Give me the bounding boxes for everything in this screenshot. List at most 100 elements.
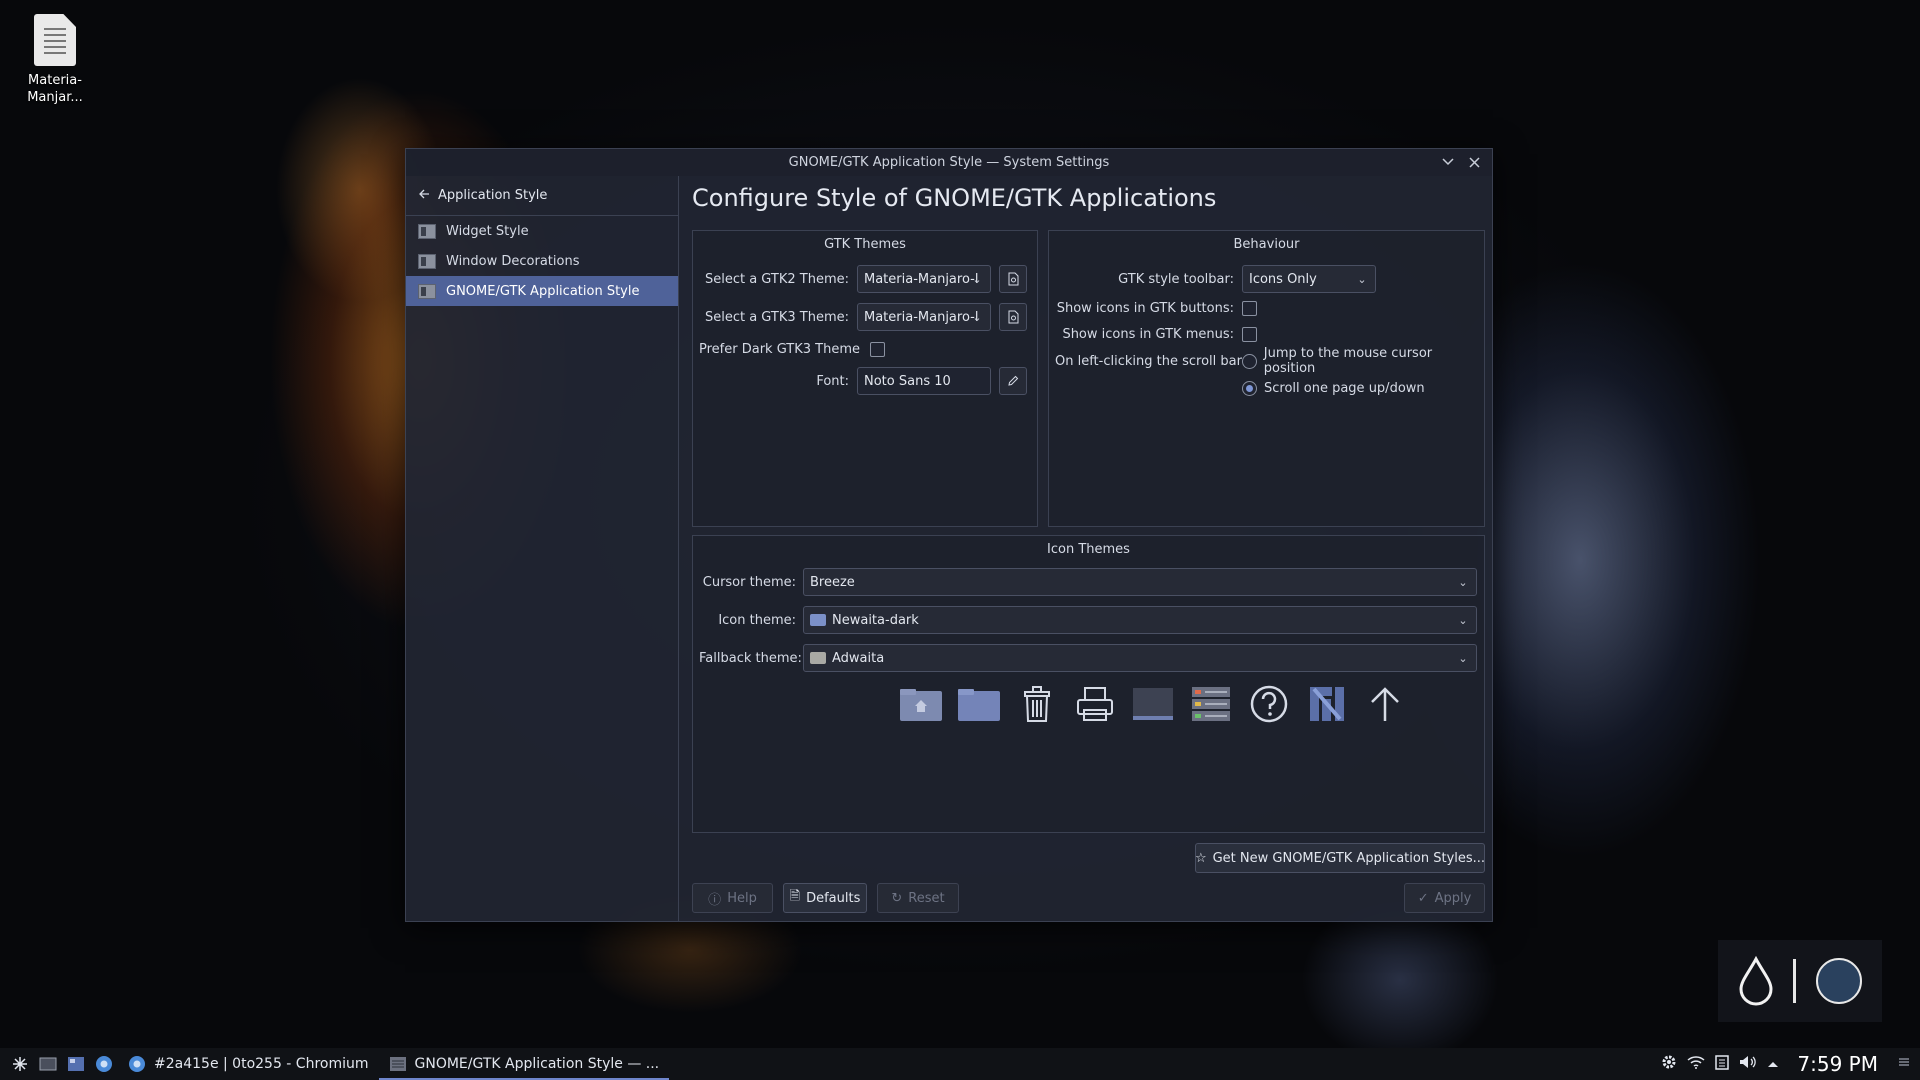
server-icon bbox=[1189, 684, 1233, 724]
desktop-file-label-2: Manjar... bbox=[27, 90, 83, 105]
sidebar-item-label: Widget Style bbox=[446, 223, 529, 239]
chromium-icon bbox=[129, 1056, 145, 1072]
help-circle-icon: ⓘ bbox=[708, 892, 722, 908]
chevron-down-icon: ⌄ bbox=[1458, 651, 1468, 665]
divider bbox=[1792, 959, 1796, 1003]
settings-gear-icon[interactable] bbox=[1661, 1054, 1677, 1074]
window-titlebar[interactable]: GNOME/GTK Application Style — System Set… bbox=[406, 149, 1492, 176]
chevron-down-icon: ⌄ bbox=[972, 310, 982, 324]
window-decorations-icon bbox=[418, 253, 436, 269]
star-icon: ☆ bbox=[1194, 850, 1207, 866]
buttons-icons-label: Show icons in GTK buttons: bbox=[1056, 300, 1234, 316]
taskbar: #2a415e | 0to255 - Chromium GNOME/GTK Ap… bbox=[0, 1048, 1920, 1080]
gtk2-preview-button[interactable] bbox=[999, 265, 1027, 293]
browser-icon[interactable] bbox=[90, 1048, 118, 1080]
help-icon bbox=[1247, 684, 1291, 724]
taskbar-task-chromium[interactable]: #2a415e | 0to255 - Chromium bbox=[118, 1048, 379, 1080]
behaviour-group: Behaviour GTK style toolbar: Icons Only … bbox=[1048, 230, 1485, 527]
main-content: Configure Style of GNOME/GTK Application… bbox=[692, 176, 1485, 921]
icon-theme-label: Icon theme: bbox=[718, 612, 796, 628]
tray-expand-icon[interactable] bbox=[1767, 1056, 1779, 1072]
help-button[interactable]: ⓘ Help bbox=[692, 883, 773, 913]
icon-themes-group: Icon Themes Cursor theme: Breeze ⌄ Icon … bbox=[692, 535, 1485, 833]
folder-icon bbox=[957, 684, 1001, 724]
scroll-jump-label: Jump to the mouse cursor position bbox=[1263, 346, 1433, 376]
text-file-icon bbox=[34, 14, 76, 66]
menus-icons-checkbox[interactable] bbox=[1242, 326, 1257, 342]
close-button[interactable] bbox=[1466, 153, 1482, 171]
sidebar-item-window-decorations[interactable]: Window Decorations bbox=[406, 246, 678, 276]
wifi-icon[interactable] bbox=[1687, 1055, 1705, 1073]
gtk3-preview-button[interactable] bbox=[999, 303, 1027, 331]
taskbar-task-settings[interactable]: GNOME/GTK Application Style — ... bbox=[378, 1048, 670, 1080]
gtk2-theme-value: Materia-Manjaro-l bbox=[864, 271, 979, 287]
apply-label: Apply bbox=[1434, 890, 1472, 906]
app-launcher-icon[interactable] bbox=[6, 1048, 34, 1080]
gtk2-theme-select[interactable]: Materia-Manjaro-l ⌄ bbox=[857, 265, 991, 293]
cursor-theme-select[interactable]: Breeze ⌄ bbox=[803, 568, 1477, 596]
reset-icon: ↻ bbox=[891, 890, 903, 906]
menus-icons-label: Show icons in GTK menus: bbox=[1062, 326, 1234, 342]
fallback-theme-value: Adwaita bbox=[832, 650, 885, 666]
icon-preview-strip bbox=[899, 684, 1407, 724]
settings-window: GNOME/GTK Application Style — System Set… bbox=[405, 148, 1493, 922]
clock[interactable]: 7:59 PM bbox=[1797, 1052, 1878, 1076]
chevron-down-icon: ⌄ bbox=[1458, 575, 1468, 589]
system-tray: 7:59 PM bbox=[1661, 1048, 1910, 1080]
toolbar-style-select[interactable]: Icons Only ⌄ bbox=[1242, 265, 1376, 293]
font-field[interactable]: Noto Sans 10 bbox=[857, 367, 991, 395]
up-arrow-icon bbox=[1363, 684, 1407, 724]
cursor-theme-value: Breeze bbox=[810, 574, 855, 590]
desktop-file-label-1: Materia- bbox=[28, 73, 82, 88]
file-manager-icon[interactable] bbox=[62, 1048, 90, 1080]
buttons-icons-checkbox[interactable] bbox=[1242, 300, 1257, 316]
panel-options-icon[interactable] bbox=[1898, 1056, 1910, 1072]
trash-icon bbox=[1015, 684, 1059, 724]
font-edit-button[interactable] bbox=[999, 367, 1027, 395]
terminal-icon[interactable] bbox=[34, 1048, 62, 1080]
behaviour-title: Behaviour bbox=[1233, 237, 1300, 252]
help-label: Help bbox=[727, 890, 757, 906]
icon-themes-title: Icon Themes bbox=[1047, 542, 1130, 557]
gtk3-theme-select[interactable]: Materia-Manjaro-l ⌄ bbox=[857, 303, 991, 331]
defaults-button[interactable]: 🗎 Defaults bbox=[783, 883, 867, 913]
volume-icon[interactable] bbox=[1739, 1054, 1757, 1074]
defaults-label: Defaults bbox=[806, 890, 861, 906]
sidebar-item-gtk-style[interactable]: GNOME/GTK Application Style bbox=[406, 276, 678, 306]
document-icon: 🗎 bbox=[789, 889, 801, 904]
gtk3-theme-value: Materia-Manjaro-l bbox=[864, 309, 979, 325]
chevron-down-icon: ⌄ bbox=[1458, 613, 1468, 627]
fallback-theme-label: Fallback theme: bbox=[699, 650, 802, 666]
pencil-icon bbox=[1008, 375, 1019, 386]
get-new-styles-button[interactable]: ☆ Get New GNOME/GTK Application Styles..… bbox=[1195, 843, 1485, 873]
sidebar-item-label: Window Decorations bbox=[446, 253, 580, 269]
font-label: Font: bbox=[816, 373, 849, 389]
fallback-theme-select[interactable]: Adwaita ⌄ bbox=[803, 644, 1477, 672]
sidebar-item-widget-style[interactable]: Widget Style bbox=[406, 216, 678, 246]
apply-button[interactable]: ✓ Apply bbox=[1404, 883, 1485, 913]
icon-theme-select[interactable]: Newaita-dark ⌄ bbox=[803, 606, 1477, 634]
task-label: GNOME/GTK Application Style — ... bbox=[414, 1056, 660, 1072]
minimize-button[interactable] bbox=[1440, 153, 1456, 171]
printer-icon bbox=[1073, 684, 1117, 724]
back-to-application-style[interactable]: Application Style bbox=[406, 176, 678, 216]
manjaro-icon bbox=[1305, 684, 1349, 724]
gtk-themes-title: GTK Themes bbox=[824, 237, 906, 252]
settings-app-icon bbox=[389, 1057, 406, 1071]
reset-label: Reset bbox=[908, 890, 945, 906]
desktop-file-icon[interactable]: Materia- Manjar... bbox=[20, 10, 90, 106]
scroll-jump-radio[interactable] bbox=[1242, 353, 1257, 369]
reset-button[interactable]: ↻ Reset bbox=[877, 883, 959, 913]
folder-home-icon bbox=[899, 684, 943, 724]
cursor-theme-label: Cursor theme: bbox=[702, 574, 796, 590]
preview-document-icon bbox=[1008, 310, 1018, 324]
prefer-dark-checkbox[interactable] bbox=[870, 341, 886, 357]
desktop-widget[interactable] bbox=[1718, 940, 1882, 1022]
scroll-page-radio[interactable] bbox=[1242, 380, 1257, 396]
clipboard-icon[interactable] bbox=[1715, 1054, 1730, 1074]
chevron-down-icon: ⌄ bbox=[1357, 272, 1367, 286]
folder-icon bbox=[810, 614, 826, 626]
gtk3-theme-label: Select a GTK3 Theme: bbox=[704, 309, 849, 325]
task-label: #2a415e | 0to255 - Chromium bbox=[154, 1056, 369, 1072]
widget-style-icon bbox=[418, 223, 436, 239]
